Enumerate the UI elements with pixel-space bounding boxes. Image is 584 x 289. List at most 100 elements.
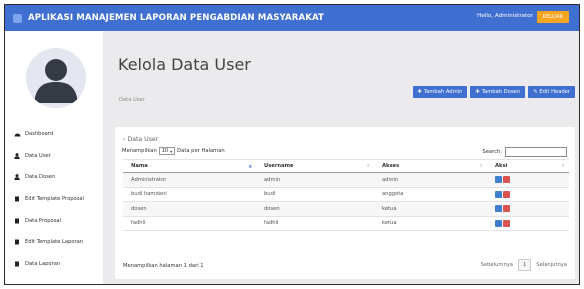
- column-header-label: Nama: [131, 163, 148, 169]
- sidebar: Dashboard Data User Data Dosen Edit Temp…: [5, 31, 103, 284]
- cell-aksi: [487, 216, 569, 231]
- sort-icon: ⇕: [561, 164, 565, 169]
- edit-header-label: Edit Header: [539, 89, 570, 95]
- column-header-nama[interactable]: Nama ▲: [123, 159, 256, 173]
- delete-icon[interactable]: [503, 219, 510, 227]
- cell-username: dosen: [256, 201, 374, 217]
- top-bar: APLIKASI MANAJEMEN LAPORAN PENGABDIAN MA…: [5, 5, 579, 31]
- sidebar-item-label: Data Proposal: [25, 217, 62, 224]
- cell-aksi: [487, 187, 569, 202]
- cell-username: admin: [256, 172, 374, 188]
- table-row: dosen dosen ketua: [123, 201, 569, 217]
- sidebar-item-data-proposal[interactable]: Data Proposal: [5, 210, 103, 232]
- avatar: [26, 48, 86, 108]
- menu-icon[interactable]: [13, 13, 22, 23]
- add-admin-button[interactable]: ✚ Tambah Admin: [412, 86, 468, 98]
- file-icon: [13, 218, 21, 224]
- cell-akses: admin: [374, 172, 487, 188]
- table-header-row: Nama ▲ Username ⇕ Akses ⇕ Aksi ⇕: [123, 159, 569, 173]
- sidebar-nav: Dashboard Data User Data Dosen Edit Temp…: [5, 123, 103, 275]
- user-table-panel: › Data User Menampilkan 10 ▾ Data per Ha…: [115, 127, 575, 279]
- sort-asc-icon: ▲: [248, 164, 252, 169]
- show-suffix: Data per Halaman: [177, 148, 225, 154]
- column-header-username[interactable]: Username ⇕: [256, 159, 374, 173]
- show-prefix: Menampilkan: [122, 148, 157, 154]
- page-number-button[interactable]: 1: [517, 259, 532, 271]
- cell-username: fadhli: [256, 216, 374, 231]
- pencil-icon: ✎: [533, 89, 538, 95]
- sidebar-item-edit-template-laporan[interactable]: Edit Template Laporan: [5, 231, 103, 253]
- sidebar-item-data-user[interactable]: Data User: [5, 145, 103, 167]
- cell-nama: dosen: [123, 201, 256, 217]
- edit-icon[interactable]: [495, 205, 502, 213]
- cell-akses: ketua: [374, 216, 487, 231]
- page-size-value: 10: [161, 148, 169, 154]
- cell-akses: anggota: [374, 187, 487, 202]
- column-header-label: Aksi: [495, 163, 508, 169]
- cell-aksi: [487, 201, 569, 217]
- column-header-akses[interactable]: Akses ⇕: [374, 159, 487, 173]
- edit-header-button[interactable]: ✎ Edit Header: [528, 86, 575, 98]
- app-window: APLIKASI MANAJEMEN LAPORAN PENGABDIAN MA…: [4, 4, 580, 285]
- panel-subtitle: › Data User: [123, 136, 159, 143]
- logout-button[interactable]: KELUAR: [536, 11, 569, 23]
- pagination: Sebelumnya 1 Selanjutnya: [481, 259, 567, 271]
- user-greeting: Hello, Administrator: [477, 13, 533, 19]
- plus-icon: ✚: [417, 89, 422, 95]
- add-dosen-label: Tambah Dosen: [481, 89, 521, 95]
- sort-icon: ⇕: [479, 164, 483, 169]
- table-row: Administrator admin admin: [123, 172, 569, 188]
- dropdown-arrow-icon: ▾: [170, 148, 173, 154]
- cell-username: budi: [256, 187, 374, 202]
- page-size-select[interactable]: 10 ▾: [158, 147, 176, 155]
- column-header-label: Username: [264, 163, 294, 169]
- edit-icon[interactable]: [495, 176, 502, 184]
- sidebar-item-label: Data User: [25, 152, 51, 159]
- cell-akses: ketua: [374, 201, 487, 217]
- delete-icon[interactable]: [503, 176, 510, 184]
- page-title: Kelola Data User: [118, 55, 251, 74]
- user-icon: [13, 152, 21, 159]
- column-header-aksi[interactable]: Aksi ⇕: [487, 159, 569, 173]
- sidebar-item-data-laporan[interactable]: Data Laporan: [5, 253, 103, 275]
- cell-aksi: [487, 172, 569, 188]
- file-icon: [13, 196, 21, 202]
- cell-nama: budi hamdani: [123, 187, 256, 202]
- sidebar-item-edit-template-proposal[interactable]: Edit Template Proposal: [5, 188, 103, 210]
- next-page-button[interactable]: Selanjutnya: [536, 262, 567, 268]
- prev-page-button[interactable]: Sebelumnya: [481, 262, 513, 268]
- pagination-info: Menampilkan halaman 1 dari 1: [123, 263, 204, 269]
- breadcrumb[interactable]: Data User: [119, 97, 145, 103]
- search-input[interactable]: [505, 147, 567, 157]
- file-icon: [13, 239, 21, 245]
- delete-icon[interactable]: [503, 190, 510, 198]
- sidebar-item-label: Data Dosen: [25, 174, 56, 181]
- table-row: budi hamdani budi anggota: [123, 187, 569, 202]
- add-admin-label: Tambah Admin: [423, 89, 463, 95]
- user-table: Nama ▲ Username ⇕ Akses ⇕ Aksi ⇕ Administrat…: [123, 159, 569, 231]
- delete-icon[interactable]: [503, 205, 510, 213]
- cell-nama: Administrator: [123, 172, 256, 188]
- sidebar-item-label: Dashboard: [25, 130, 54, 137]
- cell-nama: fadhli: [123, 216, 256, 231]
- edit-icon[interactable]: [495, 219, 502, 227]
- sort-icon: ⇕: [366, 164, 370, 169]
- file-icon: [13, 261, 21, 267]
- action-toolbar: ✚ Tambah Admin ✚ Tambah Dosen ✎ Edit Hea…: [412, 86, 575, 98]
- sidebar-item-label: Edit Template Proposal: [25, 195, 85, 202]
- add-dosen-button[interactable]: ✚ Tambah Dosen: [470, 86, 526, 98]
- sidebar-item-data-dosen[interactable]: Data Dosen: [5, 166, 103, 188]
- search-control: Search:: [482, 147, 567, 157]
- sidebar-item-label: Edit Template Laporan: [25, 239, 84, 246]
- plus-icon: ✚: [475, 89, 480, 95]
- app-title: APLIKASI MANAJEMEN LAPORAN PENGABDIAN MA…: [28, 13, 325, 23]
- search-label: Search:: [482, 149, 502, 155]
- main-content: Kelola Data User Data User ✚ Tambah Admi…: [103, 31, 579, 284]
- user-avatar-icon: [26, 48, 86, 108]
- sidebar-item-dashboard[interactable]: Dashboard: [5, 123, 103, 145]
- dashboard-icon: [13, 131, 21, 137]
- column-header-label: Akses: [382, 163, 400, 169]
- edit-icon[interactable]: [495, 190, 502, 198]
- table-row: fadhli fadhli ketua: [123, 216, 569, 231]
- sidebar-item-label: Data Laporan: [25, 260, 61, 267]
